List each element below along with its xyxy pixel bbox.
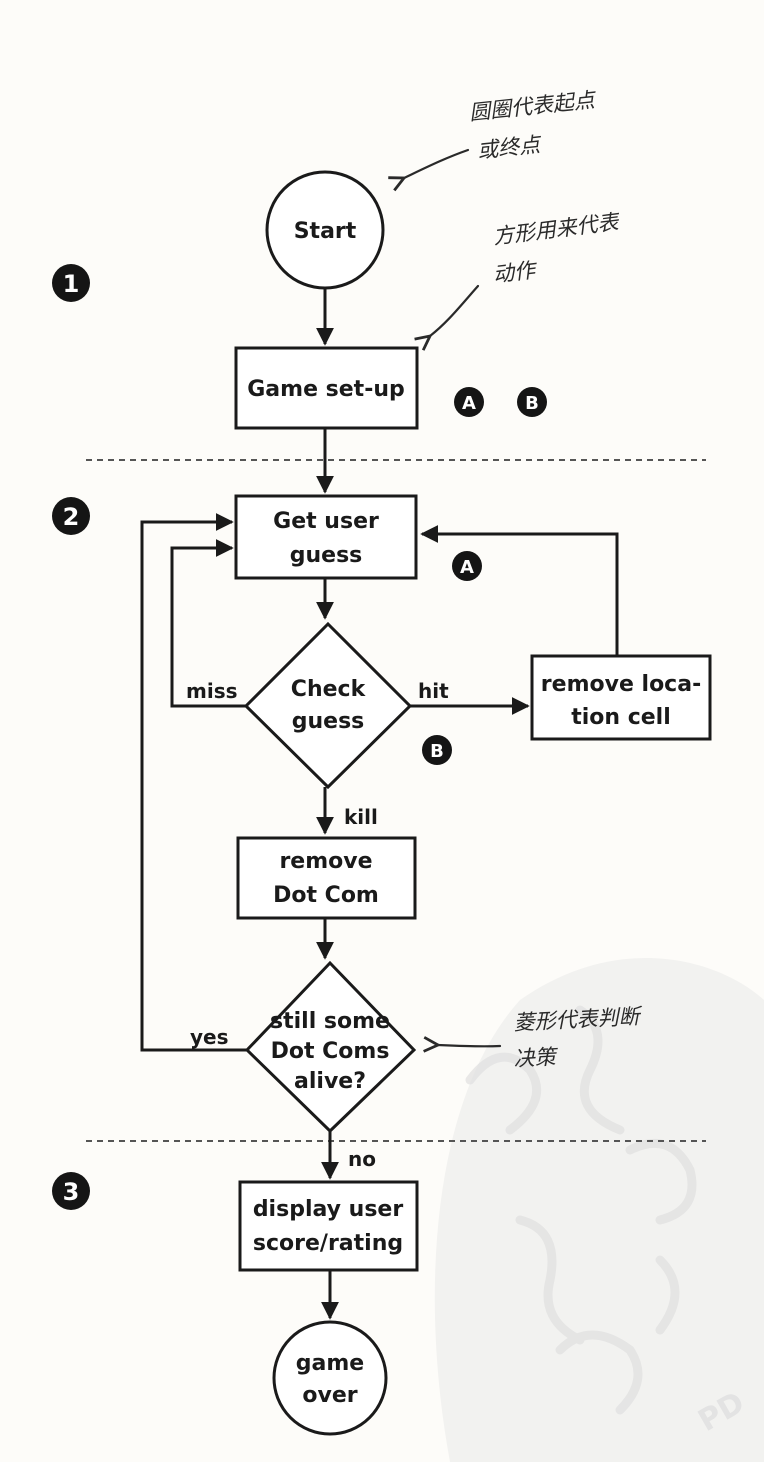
note-diamond-arrow [438,1045,502,1046]
marker-setup-b-label: B [525,393,539,414]
marker-check-b-label: B [430,741,444,762]
marker-setup-a: A [454,387,484,417]
step-badge-2-label: 2 [63,503,80,531]
node-alive-line-3: alive? [294,1069,366,1094]
node-end-line-1: game [296,1351,364,1376]
node-guess-line-2: guess [290,543,363,568]
node-remove-cell-line-2: tion cell [571,705,671,730]
node-setup: Game set-up [234,346,419,430]
note-circle-line-1: 圆圈代表起点 [468,88,598,125]
edge-label-yes: yes [190,1025,229,1049]
note-circle-arrow [404,148,470,178]
node-display-line-1: display user [253,1197,404,1222]
node-start-label: Start [294,219,357,244]
node-start: Start [265,170,385,290]
node-alive-line-1: still some [270,1009,390,1034]
node-remove-dotcom-line-2: Dot Com [273,883,379,908]
node-remove-cell-line-1: remove loca- [541,672,701,697]
node-remove-dotcom-line-1: remove [279,849,372,874]
node-remove-dotcom: remove Dot Com [236,836,417,920]
node-end-line-2: over [302,1383,357,1408]
marker-guess-a: A [452,551,482,581]
edge-label-miss: miss [186,679,238,703]
step-badge-1: 1 [52,264,90,302]
edge-cell-guess [420,525,619,656]
note-diamond-line-2: 决策 [513,1045,559,1071]
flowchart-diagram: PD Start Game set-up Get user guess Chec… [52,88,764,1462]
flowchart-page: PD Start Game set-up Get user guess Chec… [0,0,764,1462]
note-circle: 圆圈代表起点 或终点 [404,88,598,178]
node-display: display user score/rating [238,1180,419,1272]
node-alive: still some Dot Coms alive? [244,960,417,1134]
node-end: game over [272,1320,388,1436]
marker-guess-a-label: A [460,557,474,578]
marker-check-b: B [422,735,452,765]
step-badge-2: 2 [52,497,90,535]
note-rect-line-2: 动作 [492,258,540,287]
node-display-line-2: score/rating [253,1231,403,1256]
node-check-line-2: guess [292,709,365,734]
node-remove-cell: remove loca- tion cell [530,654,712,741]
node-check-line-1: Check [291,677,367,702]
node-alive-line-2: Dot Coms [271,1039,390,1064]
edge-yes [140,513,247,1052]
step-badge-3-label: 3 [63,1178,80,1206]
node-setup-label: Game set-up [247,377,404,402]
node-check: Check guess [243,621,413,790]
marker-setup-b: B [517,387,547,417]
note-rect: 方形用来代表 动作 [430,210,622,336]
node-guess: Get user guess [234,494,418,580]
watermark-seal: PD [434,958,764,1462]
note-rect-line-1: 方形用来代表 [492,210,622,249]
edge-label-kill: kill [344,805,378,829]
step-badge-3: 3 [52,1172,90,1210]
step-badge-1-label: 1 [63,270,80,298]
node-guess-line-1: Get user [273,509,379,534]
edge-label-no: no [348,1147,376,1171]
note-rect-arrow [430,284,480,336]
edge-label-hit: hit [418,679,449,703]
marker-setup-a-label: A [462,393,476,414]
note-circle-line-2: 或终点 [476,132,543,163]
